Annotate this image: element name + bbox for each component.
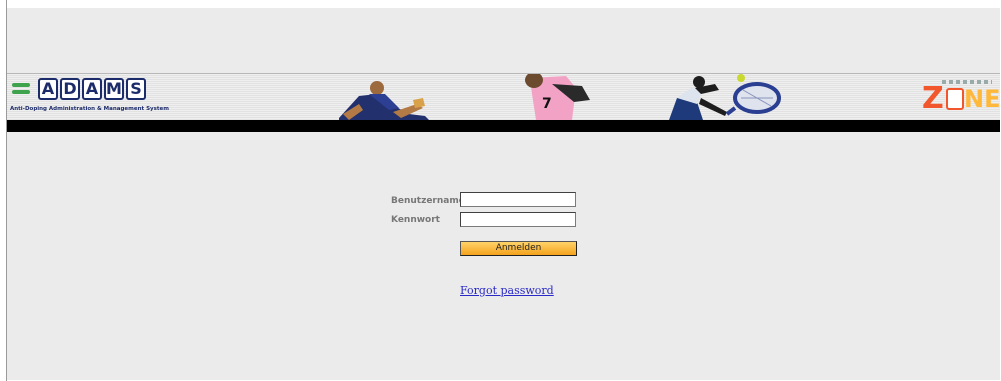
password-label: Kennwort	[391, 215, 440, 225]
basketball-athlete-image: 7	[525, 74, 590, 120]
password-field[interactable]	[460, 212, 576, 227]
adams-logo: A D A M S	[10, 78, 148, 100]
logo-letter: S	[126, 78, 146, 100]
zone-logo: Z NE	[922, 80, 1000, 116]
logo-letter: A	[38, 78, 58, 100]
svg-text:7: 7	[542, 96, 552, 112]
header-banner: A D A M S Anti-Doping Administration & M…	[7, 74, 1000, 120]
adams-logo-mark-icon	[10, 79, 36, 99]
logo-letter: A	[82, 78, 102, 100]
page-frame: A D A M S Anti-Doping Administration & M…	[7, 8, 1000, 380]
username-label: Benutzername	[391, 196, 465, 206]
runner-athlete-image	[339, 81, 429, 120]
forgot-password-link[interactable]: Forgot password	[460, 284, 554, 297]
logo-subtitle: Anti-Doping Administration & Management …	[10, 106, 169, 112]
logo-letter: D	[60, 78, 80, 100]
header-black-bar	[7, 120, 1000, 132]
logo-letter: M	[104, 78, 124, 100]
zone-logo-ne: NE	[964, 85, 1001, 113]
zone-logo-z: Z	[922, 81, 944, 116]
zone-logo-dots	[942, 80, 992, 84]
tennis-athlete-image	[669, 74, 781, 120]
username-field[interactable]	[460, 192, 576, 207]
running-person-icon	[946, 88, 964, 110]
login-button[interactable]: Anmelden	[460, 241, 577, 256]
